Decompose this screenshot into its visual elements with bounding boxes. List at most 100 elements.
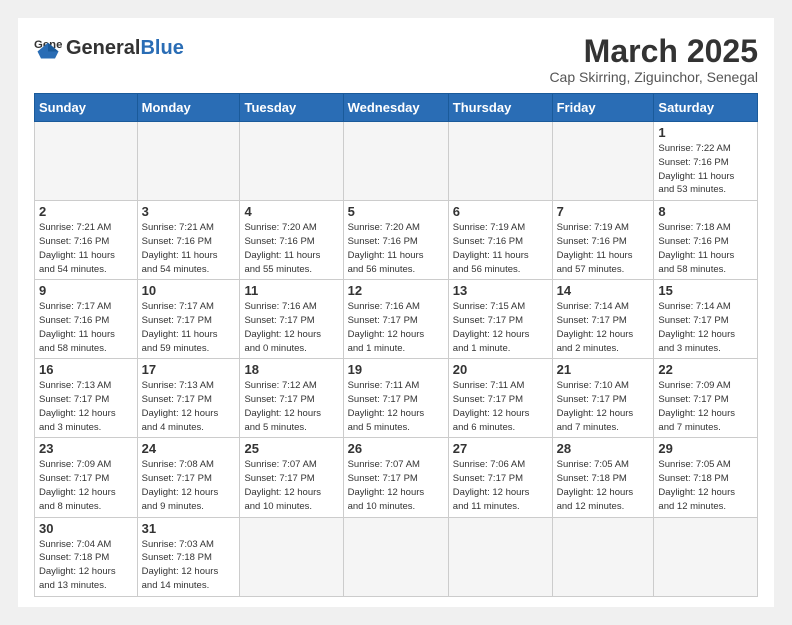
calendar-title: March 2025 — [549, 34, 758, 69]
day-number: 1 — [658, 125, 753, 140]
day-info: Sunrise: 7:09 AM Sunset: 7:17 PM Dayligh… — [658, 379, 753, 434]
day-info: Sunrise: 7:07 AM Sunset: 7:17 PM Dayligh… — [244, 458, 338, 513]
day-number: 11 — [244, 283, 338, 298]
day-number: 4 — [244, 204, 338, 219]
calendar-day-cell: 13Sunrise: 7:15 AM Sunset: 7:17 PM Dayli… — [448, 280, 552, 359]
weekday-header-cell: Saturday — [654, 94, 758, 122]
day-number: 5 — [348, 204, 444, 219]
calendar-day-cell: 20 Sunrise: 7:11 AM Sunset: 7:17 PM Dayli… — [448, 359, 552, 438]
weekday-header-cell: Sunday — [35, 94, 138, 122]
calendar-day-cell — [240, 122, 343, 201]
day-info: Sunrise: 7:05 AM Sunset: 7:18 PM Dayligh… — [658, 458, 753, 513]
calendar-day-cell: 12 Sunrise: 7:16 AM Sunset: 7:17 PM Dayli… — [343, 280, 448, 359]
day-info: Sunrise: 7:08 AM Sunset: 7:17 PM Dayligh… — [142, 458, 236, 513]
day-info: Sunrise: 7:05 AM Sunset: 7:18 PM Dayligh… — [557, 458, 650, 513]
calendar-day-cell — [343, 517, 448, 596]
day-number: 17 — [142, 362, 236, 377]
day-number: 12 — [348, 283, 444, 298]
calendar-table: SundayMondayTuesdayWednesdayThursdayFrid… — [34, 93, 758, 596]
calendar-day-cell: 2 Sunrise: 7:21 AM Sunset: 7:16 PM Daylig… — [35, 201, 138, 280]
day-number: 27 — [453, 441, 548, 456]
calendar-day-cell: 21 Sunrise: 7:10 AM Sunset: 7:17 PM Dayli… — [552, 359, 654, 438]
calendar-day-cell: 10Sunrise: 7:17 AM Sunset: 7:17 PM Dayli… — [137, 280, 240, 359]
day-number: 19 — [348, 362, 444, 377]
day-info: Sunrise: 7:07 AM Sunset: 7:17 PM Dayligh… — [348, 458, 444, 513]
calendar-day-cell — [654, 517, 758, 596]
day-number: 29 — [658, 441, 753, 456]
calendar-week-row: 23Sunrise: 7:09 AM Sunset: 7:17 PM Dayli… — [35, 438, 758, 517]
day-info: Sunrise: 7:19 AM Sunset: 7:16 PM Dayligh… — [557, 221, 650, 276]
calendar-day-cell: 23Sunrise: 7:09 AM Sunset: 7:17 PM Dayli… — [35, 438, 138, 517]
logo-text: GeneralBlue — [66, 38, 184, 58]
day-info: Sunrise: 7:13 AM Sunset: 7:17 PM Dayligh… — [142, 379, 236, 434]
calendar-day-cell — [552, 517, 654, 596]
day-info: Sunrise: 7:17 AM Sunset: 7:16 PM Dayligh… — [39, 300, 133, 355]
calendar-day-cell — [240, 517, 343, 596]
calendar-week-row: 16 Sunrise: 7:13 AM Sunset: 7:17 PM Dayli… — [35, 359, 758, 438]
day-info: Sunrise: 7:16 AM Sunset: 7:17 PM Dayligh… — [348, 300, 444, 355]
calendar-day-cell: 19 Sunrise: 7:11 AM Sunset: 7:17 PM Dayli… — [343, 359, 448, 438]
day-number: 8 — [658, 204, 753, 219]
calendar-week-row: 1 Sunrise: 7:22 AM Sunset: 7:16 PM Daylig… — [35, 122, 758, 201]
day-number: 22 — [658, 362, 753, 377]
title-block: March 2025 Cap Skirring, Ziguinchor, Sen… — [549, 34, 758, 85]
calendar-day-cell — [35, 122, 138, 201]
day-number: 6 — [453, 204, 548, 219]
day-number: 30 — [39, 521, 133, 536]
day-info: Sunrise: 7:06 AM Sunset: 7:17 PM Dayligh… — [453, 458, 548, 513]
calendar-day-cell: 31Sunrise: 7:03 AM Sunset: 7:18 PM Dayli… — [137, 517, 240, 596]
calendar-day-cell: 18Sunrise: 7:12 AM Sunset: 7:17 PM Dayli… — [240, 359, 343, 438]
weekday-header-cell: Wednesday — [343, 94, 448, 122]
day-info: Sunrise: 7:22 AM Sunset: 7:16 PM Dayligh… — [658, 142, 753, 197]
day-number: 3 — [142, 204, 236, 219]
day-info: Sunrise: 7:21 AM Sunset: 7:16 PM Dayligh… — [39, 221, 133, 276]
calendar-day-cell: 17 Sunrise: 7:13 AM Sunset: 7:17 PM Dayli… — [137, 359, 240, 438]
day-info: Sunrise: 7:10 AM Sunset: 7:17 PM Dayligh… — [557, 379, 650, 434]
calendar-day-cell: 1 Sunrise: 7:22 AM Sunset: 7:16 PM Daylig… — [654, 122, 758, 201]
day-info: Sunrise: 7:20 AM Sunset: 7:16 PM Dayligh… — [244, 221, 338, 276]
day-info: Sunrise: 7:11 AM Sunset: 7:17 PM Dayligh… — [348, 379, 444, 434]
calendar-day-cell: 4 Sunrise: 7:20 AM Sunset: 7:16 PM Daylig… — [240, 201, 343, 280]
day-info: Sunrise: 7:20 AM Sunset: 7:16 PM Dayligh… — [348, 221, 444, 276]
day-number: 31 — [142, 521, 236, 536]
day-info: Sunrise: 7:16 AM Sunset: 7:17 PM Dayligh… — [244, 300, 338, 355]
calendar-day-cell: 3 Sunrise: 7:21 AM Sunset: 7:16 PM Daylig… — [137, 201, 240, 280]
day-info: Sunrise: 7:21 AM Sunset: 7:16 PM Dayligh… — [142, 221, 236, 276]
calendar-day-cell: 26Sunrise: 7:07 AM Sunset: 7:17 PM Dayli… — [343, 438, 448, 517]
calendar-day-cell — [137, 122, 240, 201]
day-info: Sunrise: 7:15 AM Sunset: 7:17 PM Dayligh… — [453, 300, 548, 355]
logo: General GeneralBlue — [34, 34, 184, 62]
calendar-day-cell — [448, 122, 552, 201]
calendar-day-cell: 30 Sunrise: 7:04 AM Sunset: 7:18 PM Dayli… — [35, 517, 138, 596]
day-number: 20 — [453, 362, 548, 377]
calendar-day-cell: 6Sunrise: 7:19 AM Sunset: 7:16 PM Daylig… — [448, 201, 552, 280]
day-number: 16 — [39, 362, 133, 377]
calendar-day-cell: 16 Sunrise: 7:13 AM Sunset: 7:17 PM Dayli… — [35, 359, 138, 438]
day-number: 24 — [142, 441, 236, 456]
day-number: 18 — [244, 362, 338, 377]
calendar-day-cell: 24 Sunrise: 7:08 AM Sunset: 7:17 PM Dayli… — [137, 438, 240, 517]
day-number: 7 — [557, 204, 650, 219]
calendar-body: 1 Sunrise: 7:22 AM Sunset: 7:16 PM Daylig… — [35, 122, 758, 596]
day-number: 28 — [557, 441, 650, 456]
calendar-day-cell: 7 Sunrise: 7:19 AM Sunset: 7:16 PM Daylig… — [552, 201, 654, 280]
day-info: Sunrise: 7:11 AM Sunset: 7:17 PM Dayligh… — [453, 379, 548, 434]
day-number: 2 — [39, 204, 133, 219]
calendar-day-cell — [343, 122, 448, 201]
calendar-day-cell: 8 Sunrise: 7:18 AM Sunset: 7:16 PM Daylig… — [654, 201, 758, 280]
day-info: Sunrise: 7:13 AM Sunset: 7:17 PM Dayligh… — [39, 379, 133, 434]
day-number: 15 — [658, 283, 753, 298]
day-info: Sunrise: 7:14 AM Sunset: 7:17 PM Dayligh… — [557, 300, 650, 355]
day-info: Sunrise: 7:18 AM Sunset: 7:16 PM Dayligh… — [658, 221, 753, 276]
weekday-header-row: SundayMondayTuesdayWednesdayThursdayFrid… — [35, 94, 758, 122]
day-info: Sunrise: 7:04 AM Sunset: 7:18 PM Dayligh… — [39, 538, 133, 593]
calendar-week-row: 9Sunrise: 7:17 AM Sunset: 7:16 PM Daylig… — [35, 280, 758, 359]
weekday-header-cell: Tuesday — [240, 94, 343, 122]
calendar-page: General GeneralBlue March 2025 Cap Skirr… — [18, 18, 774, 607]
calendar-day-cell: 28 Sunrise: 7:05 AM Sunset: 7:18 PM Dayli… — [552, 438, 654, 517]
calendar-day-cell: 9Sunrise: 7:17 AM Sunset: 7:16 PM Daylig… — [35, 280, 138, 359]
day-info: Sunrise: 7:14 AM Sunset: 7:17 PM Dayligh… — [658, 300, 753, 355]
calendar-day-cell: 14Sunrise: 7:14 AM Sunset: 7:17 PM Dayli… — [552, 280, 654, 359]
day-number: 21 — [557, 362, 650, 377]
calendar-day-cell: 15 Sunrise: 7:14 AM Sunset: 7:17 PM Dayli… — [654, 280, 758, 359]
